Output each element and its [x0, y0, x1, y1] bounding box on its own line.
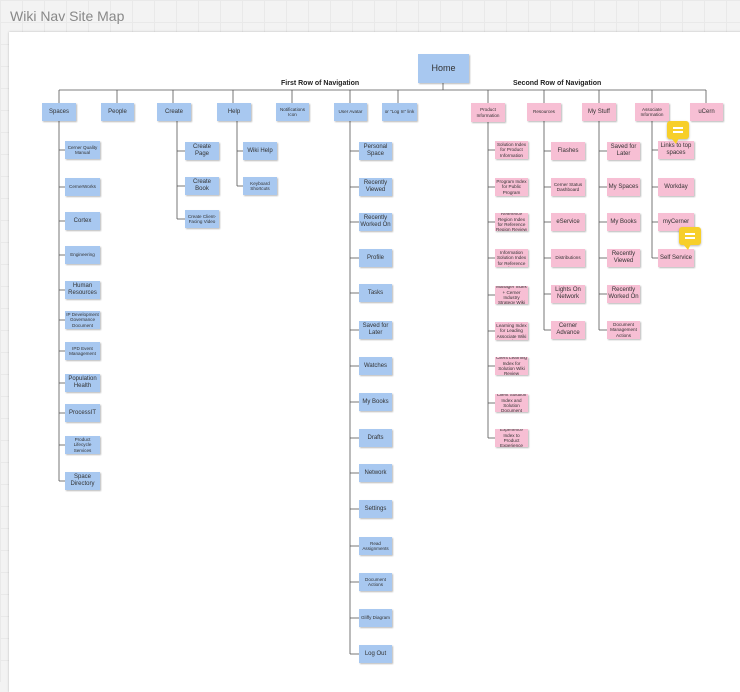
node-user-child[interactable]: My Books	[359, 393, 392, 411]
node-user-child[interactable]: Settings	[359, 500, 392, 518]
node-product-information[interactable]: Product Information	[471, 103, 505, 122]
node-user-child[interactable]: Profile	[359, 249, 392, 267]
node-product-child[interactable]: Reference Region Index for Reference Reg…	[495, 213, 528, 231]
node-user-child[interactable]: Saved for Later	[359, 321, 392, 339]
node-help-child[interactable]: Wiki Help	[243, 142, 277, 160]
node-associate-child[interactable]: Workday	[658, 178, 694, 196]
node-product-child[interactable]: Solution Index for Product Information	[495, 141, 528, 159]
node-create-child[interactable]: Create Client-Facing Video	[185, 210, 219, 228]
node-home[interactable]: Home	[418, 54, 469, 83]
node-mystuff-child[interactable]: Document Management Actions	[607, 321, 640, 339]
node-help[interactable]: Help	[217, 103, 251, 121]
node-mystuff-child[interactable]: My Books	[607, 213, 640, 231]
node-resources-child[interactable]: Cerner Advance	[551, 321, 585, 339]
node-user-child[interactable]: Read Assignments	[359, 537, 392, 555]
node-mystuff-child[interactable]: Saved for Later	[607, 142, 640, 160]
node-people[interactable]: People	[101, 103, 134, 121]
node-mystuff-child[interactable]: Recently Viewed	[607, 249, 640, 267]
node-create[interactable]: Create	[157, 103, 191, 121]
node-spaces-child[interactable]: Engineering	[65, 246, 100, 264]
node-ucern[interactable]: uCern	[690, 103, 723, 121]
node-resources[interactable]: Resources	[527, 103, 561, 121]
node-resources-child[interactable]: Flashes	[551, 142, 585, 160]
node-resources-child[interactable]: eService	[551, 213, 585, 231]
node-user-child[interactable]: Personal Space	[359, 142, 392, 160]
comment-icon[interactable]	[667, 121, 689, 144]
node-notifications-icon[interactable]: Notifications Icon	[276, 103, 309, 121]
label-first-row: First Row of Navigation	[281, 80, 360, 87]
node-spaces-child[interactable]: Product Lifecycle Services	[65, 436, 100, 454]
node-create-child[interactable]: Create Page	[185, 142, 219, 160]
node-user-child[interactable]: Gliffy Diagram	[359, 609, 392, 627]
node-associate-child[interactable]: Self Service	[658, 249, 694, 267]
node-create-child[interactable]: Create Book	[185, 177, 219, 195]
node-my-stuff[interactable]: My Stuff	[582, 103, 616, 121]
node-spaces-child[interactable]: Human Resources	[65, 281, 100, 299]
node-user-child[interactable]: Network	[359, 464, 392, 482]
node-spaces[interactable]: Spaces	[42, 103, 76, 121]
node-product-child[interactable]: Product Manager Index + Cerner Industry …	[495, 286, 528, 304]
node-spaces-child[interactable]: IP Development Governance Document	[65, 311, 100, 329]
node-resources-child[interactable]: Cerner Status Dashboard	[551, 178, 585, 196]
node-spaces-child[interactable]: Cortex	[65, 212, 100, 230]
node-product-child[interactable]: Reference Information Solution Index for…	[495, 249, 528, 267]
node-product-child[interactable]: Public Program Index for Public Program …	[495, 178, 528, 196]
node-resources-child[interactable]: Distributions	[551, 249, 585, 267]
label-second-row: Second Row of Navigation	[513, 80, 602, 87]
node-user-child[interactable]: Tasks	[359, 284, 392, 302]
node-product-child[interactable]: Associate Learning Index for Leading Ass…	[495, 322, 528, 340]
node-product-child[interactable]: Client Experience Index to Product Exper…	[495, 429, 528, 447]
node-spaces-child[interactable]: ProcessIT	[65, 404, 100, 422]
node-user-child[interactable]: Drafts	[359, 429, 392, 447]
comment-icon[interactable]	[679, 227, 701, 250]
node-user-child[interactable]: Recently Viewed	[359, 178, 392, 196]
node-user-child[interactable]: Recently Worked On	[359, 213, 392, 231]
node-spaces-child[interactable]: CernerWorks	[65, 178, 100, 196]
node-spaces-child[interactable]: IPD Event Management	[65, 342, 100, 360]
node-user-avatar[interactable]: User Avatar	[334, 103, 367, 121]
node-product-child[interactable]: Client Learning Index for Solution Wiki …	[495, 357, 528, 375]
node-help-child[interactable]: Keyboard Shortcuts	[243, 177, 277, 195]
node-user-child[interactable]: Log Out	[359, 645, 392, 663]
node-spaces-child[interactable]: Population Health	[65, 374, 100, 392]
node-product-child[interactable]: Client Solution Index and Solution Docum…	[495, 394, 528, 412]
node-login-link[interactable]: or "Log In" link	[382, 103, 417, 121]
node-user-child[interactable]: Watches	[359, 357, 392, 375]
node-resources-child[interactable]: Lights On Network	[551, 285, 585, 303]
node-associate-information[interactable]: Associate Information	[635, 103, 669, 121]
node-spaces-child[interactable]: Space Directory	[65, 472, 100, 490]
node-mystuff-child[interactable]: My Spaces	[607, 178, 640, 196]
node-mystuff-child[interactable]: Recently Worked On	[607, 285, 640, 303]
node-spaces-child[interactable]: Cerner Quality Manual	[65, 141, 100, 159]
node-user-child[interactable]: Document Actions	[359, 573, 392, 591]
